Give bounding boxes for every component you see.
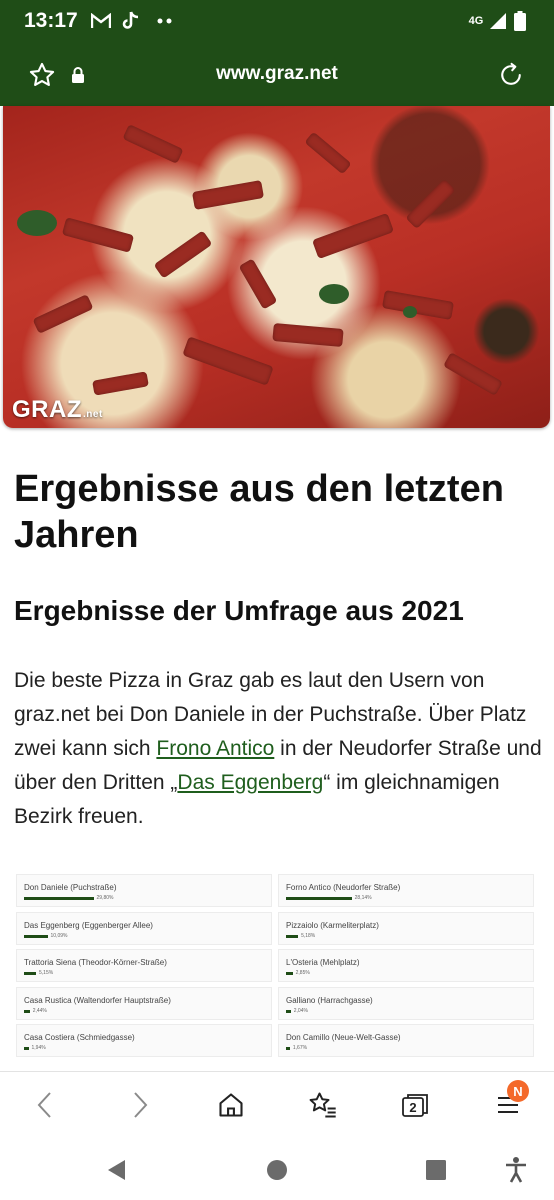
result-percent: 2,44% xyxy=(32,1007,47,1014)
result-name: Forno Antico (Neudorfer Straße) xyxy=(286,883,401,892)
result-name: Das Eggenberg (Eggenberger Allee) xyxy=(24,920,153,930)
result-item: Forno Antico (Neudorfer Straße) 28,14% xyxy=(278,874,534,907)
forward-icon[interactable] xyxy=(120,1086,160,1124)
browser-bottom-nav: 2 xyxy=(0,1071,554,1138)
result-item: L'Osteria (Mehlplatz) 2,85% xyxy=(278,949,534,982)
tabs-count: 2 xyxy=(409,1100,416,1115)
menu-notification-badge: N xyxy=(507,1080,529,1102)
result-percent: 2,85% xyxy=(295,970,310,976)
status-time: 13:17 xyxy=(24,9,78,32)
browser-url-bar: www.graz.net xyxy=(0,44,554,106)
result-bar xyxy=(24,972,37,975)
result-item: Trattoria Siena (Theodor-Körner-Straße) 5… xyxy=(16,949,272,982)
system-recents-icon[interactable] xyxy=(421,1155,451,1185)
result-bar xyxy=(286,1009,291,1013)
pizza-hero-image: GRAZ.net xyxy=(3,106,550,428)
result-name: Don Daniele (Puchstraße) xyxy=(24,883,117,892)
result-bar xyxy=(24,1047,29,1050)
network-type: 4G xyxy=(468,14,484,27)
result-name: Galliano (Harrachgasse) xyxy=(286,995,373,1005)
bookmarks-icon[interactable] xyxy=(303,1086,343,1124)
result-percent: 10,09% xyxy=(50,932,68,939)
result-name: Pizzaiolo (Karmeliterplatz) xyxy=(286,920,379,930)
result-name: Trattoria Siena (Theodor-Körner-Straße) xyxy=(24,958,167,967)
home-icon[interactable] xyxy=(211,1086,251,1124)
system-back-icon[interactable] xyxy=(101,1155,131,1185)
reload-icon[interactable] xyxy=(496,60,526,90)
result-percent: 5,18% xyxy=(301,932,316,939)
result-item: Galliano (Harrachgasse) 2,04% xyxy=(278,986,534,1020)
result-item: Don Camillo (Neue-Welt-Gasse) 1,67% xyxy=(278,1024,534,1057)
frono-antico-link[interactable]: Frono Antico xyxy=(156,737,274,760)
result-item: Das Eggenberg (Eggenberger Allee) 10,09% xyxy=(16,911,272,945)
result-bar xyxy=(24,1009,30,1013)
result-bar xyxy=(286,934,299,938)
system-home-icon[interactable] xyxy=(262,1155,292,1185)
result-percent: 1,67% xyxy=(292,1045,308,1051)
status-bar: 13:17 4G xyxy=(0,0,554,44)
system-navigation-bar xyxy=(0,1137,554,1200)
gmail-icon xyxy=(89,10,113,32)
back-icon[interactable] xyxy=(25,1086,65,1124)
result-percent: 29,80% xyxy=(96,895,114,901)
result-bar xyxy=(286,972,293,975)
result-bar xyxy=(286,1047,290,1050)
section-heading: Ergebnisse der Umfrage aus 2021 xyxy=(14,595,464,626)
page-title: Ergebnisse aus den letzten Jahren xyxy=(14,468,504,556)
result-item: Pizzaiolo (Karmeliterplatz) 5,18% xyxy=(278,911,534,945)
url-text[interactable]: www.graz.net xyxy=(0,63,554,85)
tabs-icon[interactable]: 2 xyxy=(395,1086,435,1124)
result-item: Don Daniele (Puchstraße) 29,80% xyxy=(16,874,272,907)
result-name: Casa Rustica (Waltendorfer Hauptstraße) xyxy=(24,995,171,1005)
more-dots-icon xyxy=(156,10,174,32)
result-bar xyxy=(24,934,48,938)
das-eggenberg-link[interactable]: Das Eggenberg xyxy=(177,771,323,794)
result-percent: 5,15% xyxy=(39,970,54,976)
result-percent: 28,14% xyxy=(354,895,372,901)
result-item: Casa Costiera (Schmiedgasse) 1,94% xyxy=(16,1024,272,1057)
result-name: Don Camillo (Neue-Welt-Gasse) xyxy=(286,1033,401,1042)
battery-icon xyxy=(513,10,527,32)
signal-icon xyxy=(488,10,508,32)
accessibility-icon[interactable] xyxy=(501,1155,531,1185)
result-name: L'Osteria (Mehlplatz) xyxy=(286,958,360,967)
result-item: Casa Rustica (Waltendorfer Hauptstraße) 2… xyxy=(16,986,272,1020)
result-name: Casa Costiera (Schmiedgasse) xyxy=(24,1033,135,1042)
result-bar xyxy=(286,897,352,900)
tiktok-icon xyxy=(120,10,142,32)
article-paragraph: Die beste Pizza in Graz gab es laut den … xyxy=(14,669,542,828)
graz-net-logo: GRAZ.net xyxy=(12,396,103,423)
result-percent: 2,04% xyxy=(293,1007,308,1014)
result-percent: 1,94% xyxy=(31,1045,46,1051)
result-bar xyxy=(24,897,94,900)
